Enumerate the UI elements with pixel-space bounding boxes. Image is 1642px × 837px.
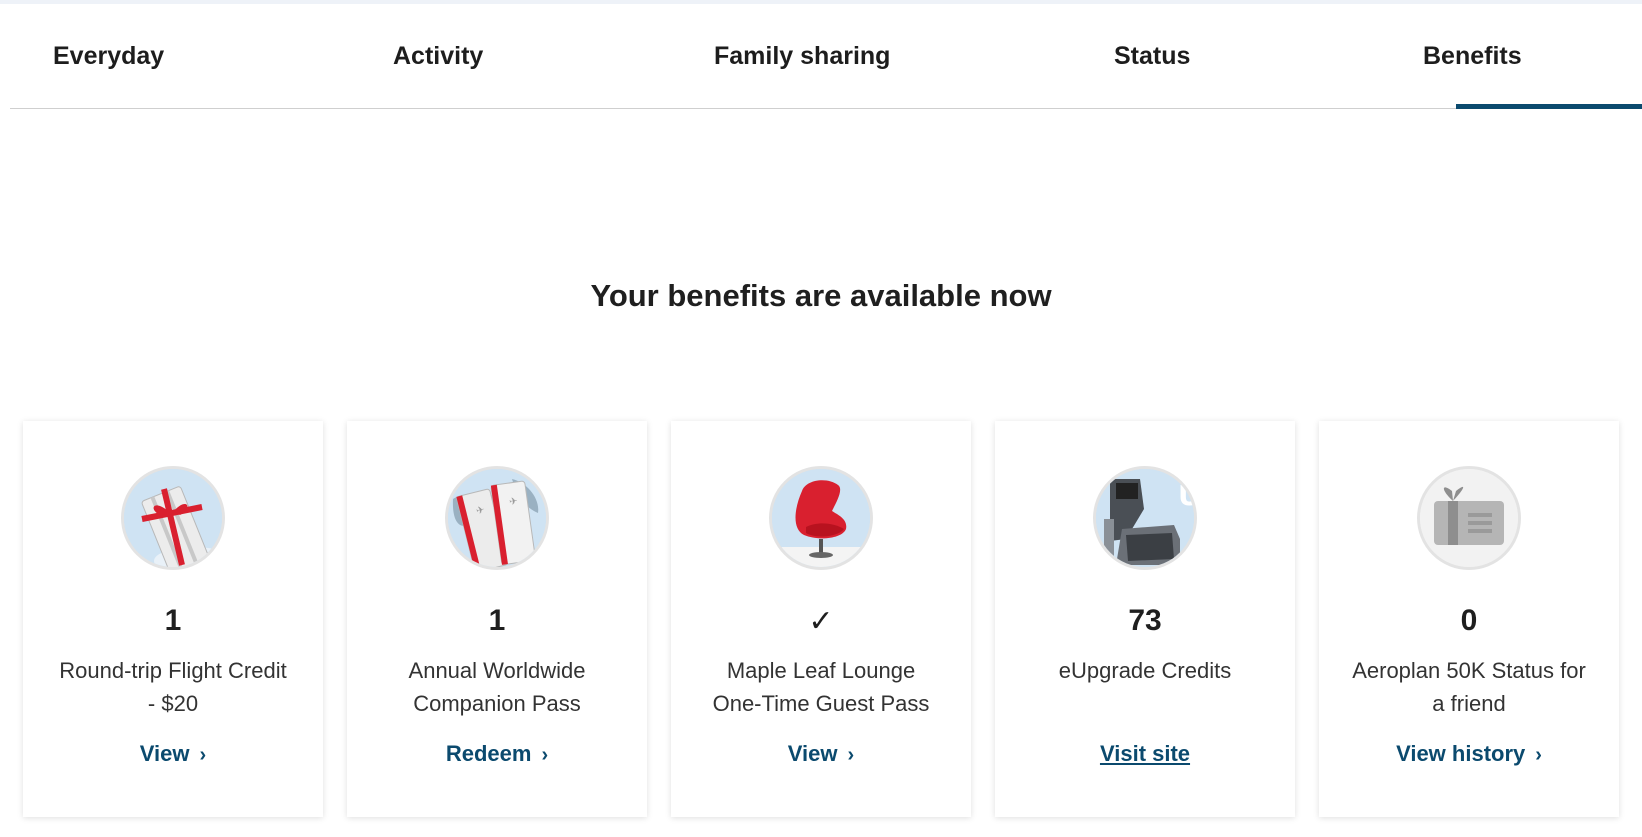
benefit-count: 73 <box>1128 604 1162 637</box>
tab-everyday[interactable]: Everyday <box>53 4 164 108</box>
chevron-right-icon: › <box>199 744 207 766</box>
chevron-right-icon: › <box>847 744 855 766</box>
gift-ticket-icon: ✈ <box>121 466 225 570</box>
svg-text:U: U <box>1178 479 1194 512</box>
tab-family-sharing[interactable]: Family sharing <box>714 4 890 108</box>
visit-site-link[interactable]: Visit site <box>995 741 1295 767</box>
chevron-right-icon: › <box>1535 744 1542 766</box>
benefit-label: Maple Leaf Lounge One-Time Guest Pass <box>712 658 930 716</box>
benefit-card-status-for-friend: 0 Aeroplan 50K Status for a friend View … <box>1319 421 1619 817</box>
page-title: Your benefits are available now <box>590 278 1052 313</box>
redeem-button[interactable]: Redeem › <box>347 741 647 767</box>
tab-benefits[interactable]: Benefits <box>1423 4 1522 108</box>
svg-text:✈: ✈ <box>508 496 518 508</box>
active-tab-indicator <box>1456 104 1642 109</box>
benefit-label: Annual Worldwide Companion Pass <box>408 658 586 716</box>
lounge-chair-icon <box>769 466 873 570</box>
benefit-label: Round-trip Flight Credit - $20 <box>59 658 287 716</box>
view-button[interactable]: View › <box>671 741 971 767</box>
business-seat-icon: U <box>1093 466 1197 570</box>
checkmark-icon: ✓ <box>808 605 834 638</box>
benefit-count: 1 <box>488 604 506 637</box>
tab-activity[interactable]: Activity <box>393 4 483 108</box>
benefit-count: 0 <box>1460 604 1478 637</box>
view-history-button[interactable]: View history › <box>1319 741 1619 767</box>
benefit-card-eupgrade: U 73 eUpgrade Credits Visit site <box>995 421 1295 817</box>
status-gift-card-icon <box>1417 466 1521 570</box>
chevron-right-icon: › <box>541 744 549 766</box>
benefit-label: eUpgrade Credits <box>1058 658 1232 683</box>
benefit-card-companion-pass: ✈ ✈ 1 Annual Worldwide Companion Pass Re… <box>347 421 647 817</box>
tab-bar: Everyday Activity Family sharing Status … <box>10 4 1642 109</box>
benefit-label: Aeroplan 50K Status for a friend <box>1352 658 1586 716</box>
tab-status[interactable]: Status <box>1114 4 1190 108</box>
companion-tickets-icon: ✈ ✈ <box>445 466 549 570</box>
benefit-card-flight-credit: ✈ 1 Round-trip Flight Credit - $20 View› <box>23 421 323 817</box>
view-button[interactable]: View › <box>23 741 323 767</box>
benefit-card-lounge-pass: ✓ Maple Leaf Lounge One-Time Guest Pass … <box>671 421 971 817</box>
benefit-count: 1 <box>164 604 182 637</box>
